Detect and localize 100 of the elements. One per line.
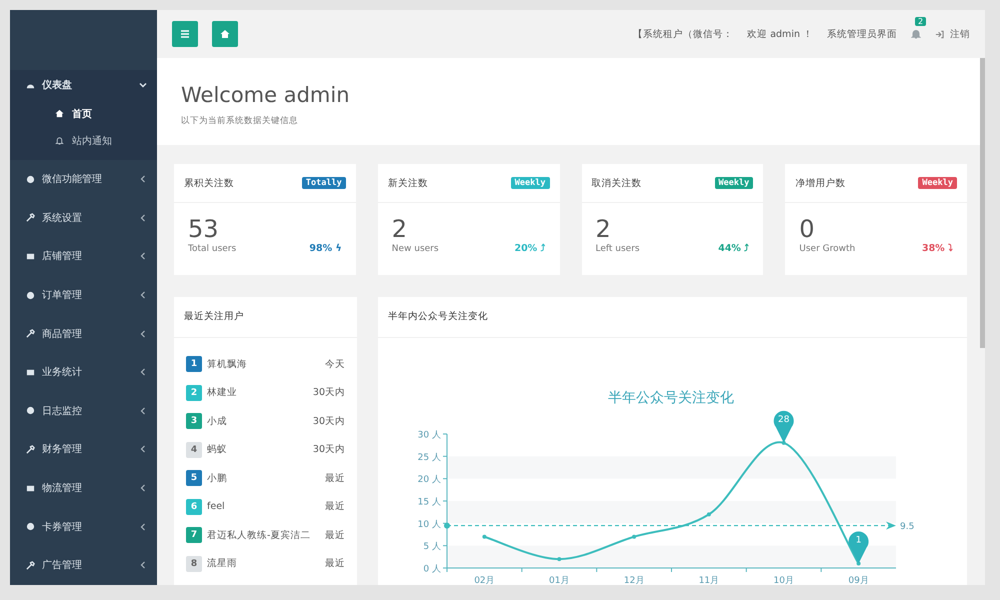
arrowhead-icon [886, 522, 896, 530]
follow-time: 今天 [325, 358, 345, 371]
nav-item[interactable]: 日志监控 [10, 392, 157, 430]
period-tag: Weekly [510, 177, 550, 189]
nav-item[interactable]: 订单管理 [10, 276, 157, 314]
chevron-left-icon [139, 214, 147, 222]
panel-title: 半年内公众号关注变化 [378, 297, 967, 338]
follow-time: 30天内 [312, 386, 345, 400]
average-label: 9.5 [900, 522, 914, 532]
home-icon [55, 109, 64, 118]
menu-item-icon [26, 444, 35, 454]
stat-caption: Total users [188, 244, 238, 254]
x-tick-label: 12月 [624, 576, 644, 585]
stat-percent: 44% ⤴ [718, 243, 750, 254]
y-tick-label: 10 人 [418, 520, 441, 530]
menu-item-icon [26, 213, 35, 222]
logout-icon [935, 30, 944, 38]
menu-item-icon [26, 368, 35, 377]
y-tick-label: 30 人 [418, 430, 441, 440]
rank-badge: 7 [186, 527, 202, 544]
user-name: 算机飘海 [207, 358, 248, 371]
user-name: 君迈私人教练-夏宾洁二 [207, 528, 312, 542]
line-start-dot [444, 522, 450, 529]
stat-caption: New users [392, 244, 440, 254]
data-point [482, 534, 486, 539]
chevron-left-icon [139, 445, 147, 454]
nav-item[interactable]: 微信功能管理 [10, 160, 157, 199]
chart-title: 半年公众号关注变化 [608, 390, 734, 406]
value-pin [774, 410, 794, 443]
menu-item-icon [26, 174, 35, 184]
rank-badge: 1 [186, 356, 202, 372]
nav-item[interactable]: 商品管理 [10, 314, 157, 353]
y-tick-label: 25 人 [418, 452, 441, 463]
x-tick-label: 02月 [474, 576, 495, 585]
nav-item[interactable]: 店铺管理 [10, 237, 157, 276]
menu-item-icon [26, 522, 35, 532]
nav-item[interactable]: 财务管理 [10, 430, 157, 469]
x-tick-label: 11月 [698, 576, 720, 585]
notification-bell-icon[interactable] [911, 29, 921, 39]
submenu-item[interactable]: 首页 [10, 100, 157, 127]
data-point [632, 534, 636, 539]
menu-icon [180, 29, 190, 39]
data-point [557, 557, 562, 562]
card-title: 净增用户数 [795, 176, 846, 190]
submenu-item[interactable]: 站内通知 [10, 127, 157, 154]
data-point [706, 512, 711, 516]
nav-item[interactable]: 物流管理 [10, 468, 157, 508]
stat-value: 0 [799, 215, 816, 243]
welcome-text: 欢迎 admin ！ [747, 28, 813, 40]
rank-badge: 8 [186, 556, 202, 572]
pin-label: 28 [778, 414, 790, 425]
card-title: 累积关注数 [184, 176, 234, 190]
role-link[interactable]: 系统管理员界面 [827, 28, 897, 40]
nav-item[interactable]: 仪表盘 [10, 70, 157, 100]
chevron-left-icon [139, 330, 147, 338]
menu-item-icon [26, 252, 35, 261]
chevron-left-icon [139, 561, 147, 570]
y-tick-label: 5 人 [423, 542, 441, 552]
x-tick-label: 10月 [774, 576, 794, 585]
menu-item-icon [26, 329, 35, 338]
bell-icon [55, 136, 64, 145]
follow-time: 最近 [325, 528, 345, 542]
period-tag: Totally [302, 177, 346, 189]
menu-item-icon [26, 560, 35, 570]
x-tick-label: 01月 [549, 576, 570, 585]
rank-badge: 4 [186, 442, 202, 458]
nav-item[interactable]: 系统设置 [10, 198, 157, 238]
chevron-left-icon [139, 175, 147, 184]
stat-caption: User Growth [799, 244, 856, 254]
chevron-left-icon [139, 252, 147, 260]
nav-item[interactable]: 广告管理 [10, 546, 157, 585]
menu-item-icon [26, 406, 35, 416]
notification-count: 2 [915, 17, 926, 26]
y-tick-label: 0 人 [423, 564, 441, 574]
stat-value: 2 [596, 215, 612, 243]
user-name: 流星雨 [207, 557, 238, 570]
stat-percent: 38% ⤵ [922, 243, 953, 254]
nav-item[interactable]: 业务统计 [10, 352, 157, 392]
tenant-label: 【系统租户（微信号： [633, 28, 734, 40]
x-tick-label: 09月 [848, 576, 869, 585]
value-pin [848, 532, 869, 564]
period-tag: Weekly [714, 177, 754, 189]
user-name: 蚂蚁 [207, 443, 228, 456]
user-name: 林建业 [207, 386, 238, 400]
menu-button[interactable] [172, 21, 198, 47]
rank-badge: 5 [186, 470, 202, 486]
card-title: 取消关注数 [592, 176, 642, 190]
follow-time: 最近 [325, 472, 345, 485]
card-title: 新关注数 [388, 176, 428, 190]
nav-item[interactable]: 卡券管理 [10, 507, 157, 546]
follow-time: 最近 [325, 500, 345, 514]
page-title: Welcome admin [181, 83, 351, 107]
chevron-left-icon [139, 406, 147, 415]
follow-time: 30天内 [312, 443, 345, 456]
home-button[interactable] [212, 21, 238, 47]
menu-item-icon [26, 484, 35, 493]
logout-link[interactable]: 注销 [935, 28, 970, 40]
period-tag: Weekly [918, 177, 957, 189]
chevron-left-icon [139, 291, 147, 300]
user-name: 小鹏 [207, 472, 228, 485]
